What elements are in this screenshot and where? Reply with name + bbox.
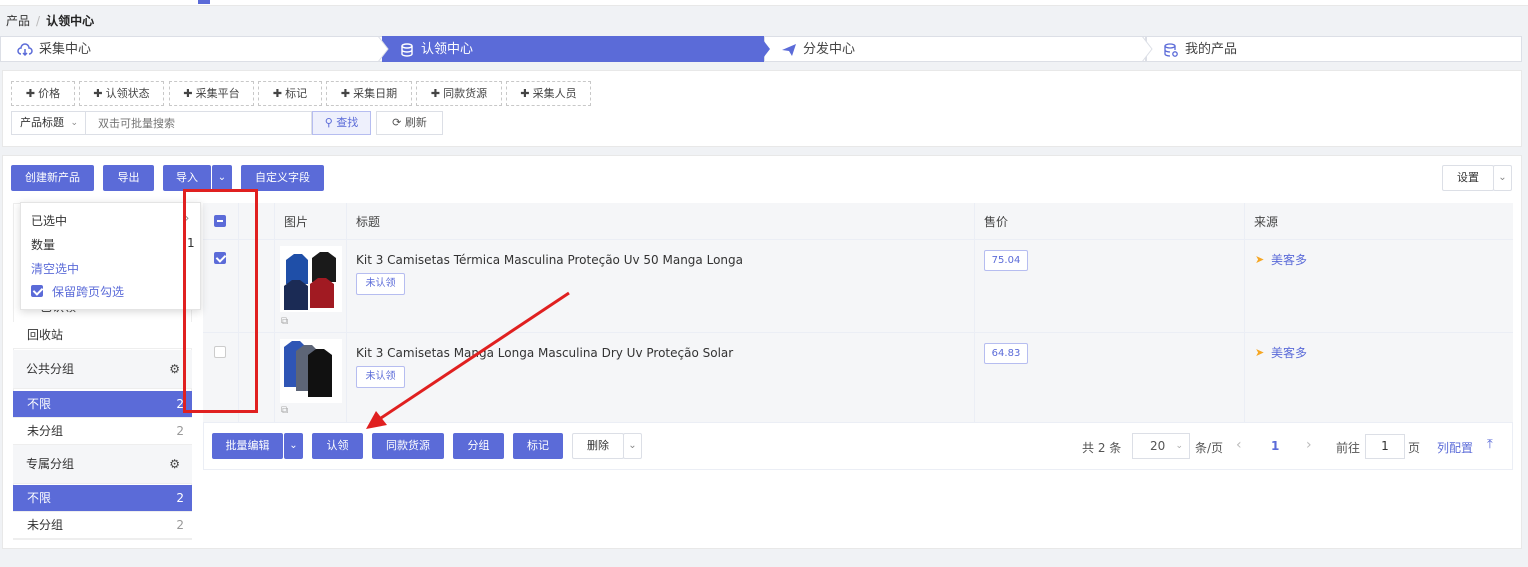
annotation-arrow	[366, 291, 570, 429]
